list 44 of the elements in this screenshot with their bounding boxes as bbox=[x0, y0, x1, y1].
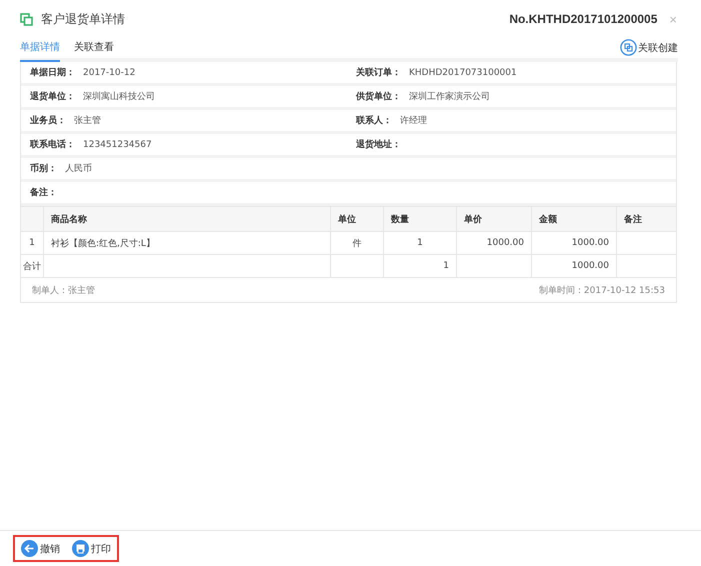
table-cell: 1000.00 bbox=[456, 232, 532, 254]
field-value: 123451234567 bbox=[83, 140, 152, 150]
table-cell: 1000.00 bbox=[532, 254, 616, 278]
column-header: 单位 bbox=[330, 206, 384, 232]
field-label: 备注： bbox=[30, 186, 57, 199]
table-cell: 1 bbox=[21, 232, 44, 254]
column-header: 商品名称 bbox=[44, 206, 330, 232]
field-value: 深圳工作家演示公司 bbox=[409, 90, 490, 103]
table-cell: 合计 bbox=[21, 254, 44, 278]
copy-icon bbox=[20, 12, 33, 26]
field-value: 张主管 bbox=[74, 114, 101, 127]
table-cell: 衬衫【颜色:红色,尺寸:L】 bbox=[44, 232, 330, 254]
field-label: 联系人： bbox=[356, 114, 392, 127]
field-label: 币别： bbox=[30, 162, 57, 175]
table-cell: 1 bbox=[384, 232, 456, 254]
tab[interactable]: 关联查看 bbox=[74, 40, 114, 62]
print-button[interactable]: 打印 bbox=[72, 540, 111, 557]
field-label: 退货地址： bbox=[356, 138, 401, 151]
window-title: 客户退货单详情 bbox=[41, 10, 125, 28]
table-cell: 1 bbox=[384, 254, 456, 278]
field-label: 退货单位： bbox=[30, 90, 75, 103]
field-value: 人民币 bbox=[65, 162, 92, 175]
field-value: 许经理 bbox=[400, 114, 427, 127]
link-icon[interactable] bbox=[620, 39, 637, 56]
table-cell: 件 bbox=[330, 232, 384, 254]
field-label: 单据日期： bbox=[30, 66, 75, 79]
field-label: 供货单位： bbox=[356, 90, 401, 103]
cancel-button[interactable]: 撤销 bbox=[21, 540, 60, 557]
column-header: 单价 bbox=[456, 206, 532, 232]
field-label: 业务员： bbox=[30, 114, 66, 127]
field-label: 联系电话： bbox=[30, 138, 75, 151]
field-value: KHDHD2017073100001 bbox=[409, 68, 517, 78]
column-header: 数量 bbox=[384, 206, 456, 232]
document-number: No.KHTHD2017101200005 bbox=[509, 12, 658, 26]
time-text: 制单时间：2017-10-12 15:53 bbox=[538, 284, 665, 296]
field-value: 2017-10-12 bbox=[83, 68, 136, 78]
link-create-button[interactable]: 关联创建 bbox=[620, 39, 678, 56]
maker-text: 制单人：张主管 bbox=[32, 284, 95, 296]
column-header: 金额 bbox=[532, 206, 616, 232]
column-header: 备注 bbox=[616, 206, 676, 232]
table-cell: 1000.00 bbox=[532, 232, 616, 254]
field-value: 深圳寓山科技公司 bbox=[83, 90, 155, 103]
field-label: 关联订单： bbox=[356, 66, 401, 79]
printer-icon[interactable] bbox=[72, 540, 89, 557]
